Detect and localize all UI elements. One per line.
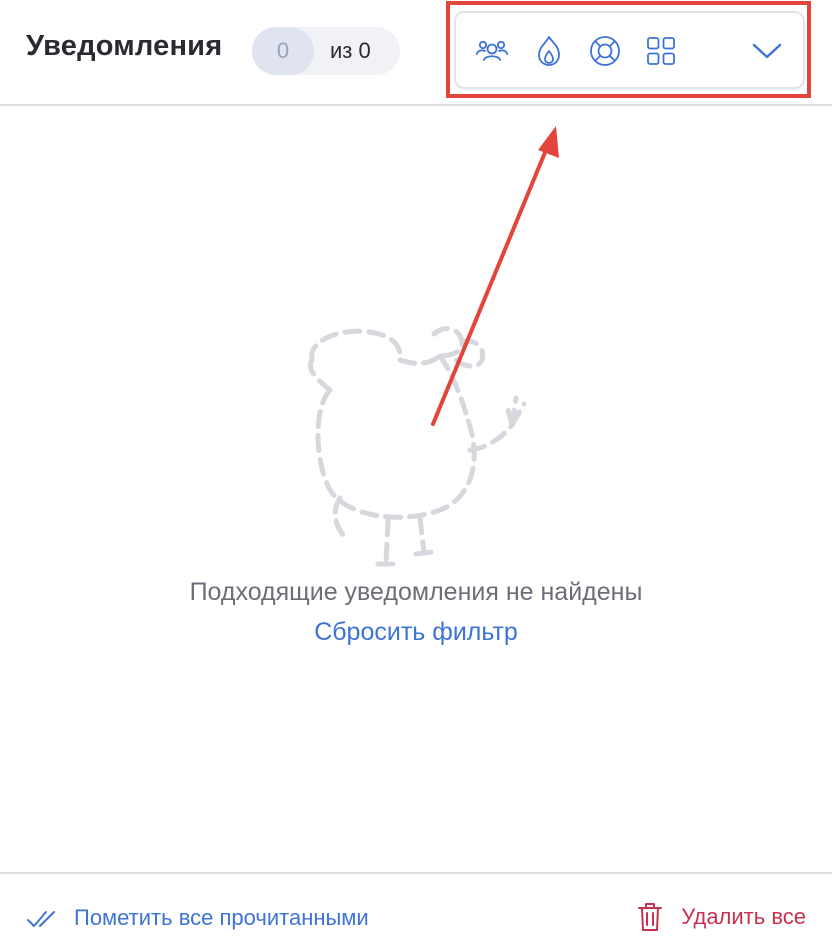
notification-counter: 0 из 0: [252, 27, 400, 75]
double-check-icon: [27, 911, 55, 927]
counter-current: 0: [252, 27, 314, 75]
delete-all-button[interactable]: Удалить все: [637, 900, 806, 934]
filter-highlight-box: [446, 1, 811, 98]
reset-filter-link[interactable]: Сбросить фильтр: [0, 618, 832, 647]
empty-state-message: Подходящие уведомления не найдены: [189, 578, 643, 606]
notifications-header: Уведомления 0 из 0: [0, 0, 832, 106]
page-title: Уведомления: [26, 30, 223, 62]
mark-all-read-label: Пометить все прочитанными: [74, 905, 369, 930]
notifications-footer: Пометить все прочитанными Удалить все: [0, 872, 832, 948]
mark-all-read-button[interactable]: Пометить все прочитанными: [26, 902, 369, 934]
trash-icon: [638, 903, 663, 931]
notifications-panel: Уведомления 0 из 0 Подходящие уведомлени…: [0, 0, 832, 948]
delete-all-label: Удалить все: [681, 904, 806, 929]
empty-state: Подходящие уведомления не найдены Сброси…: [0, 106, 832, 872]
counter-total: из 0: [330, 38, 371, 63]
